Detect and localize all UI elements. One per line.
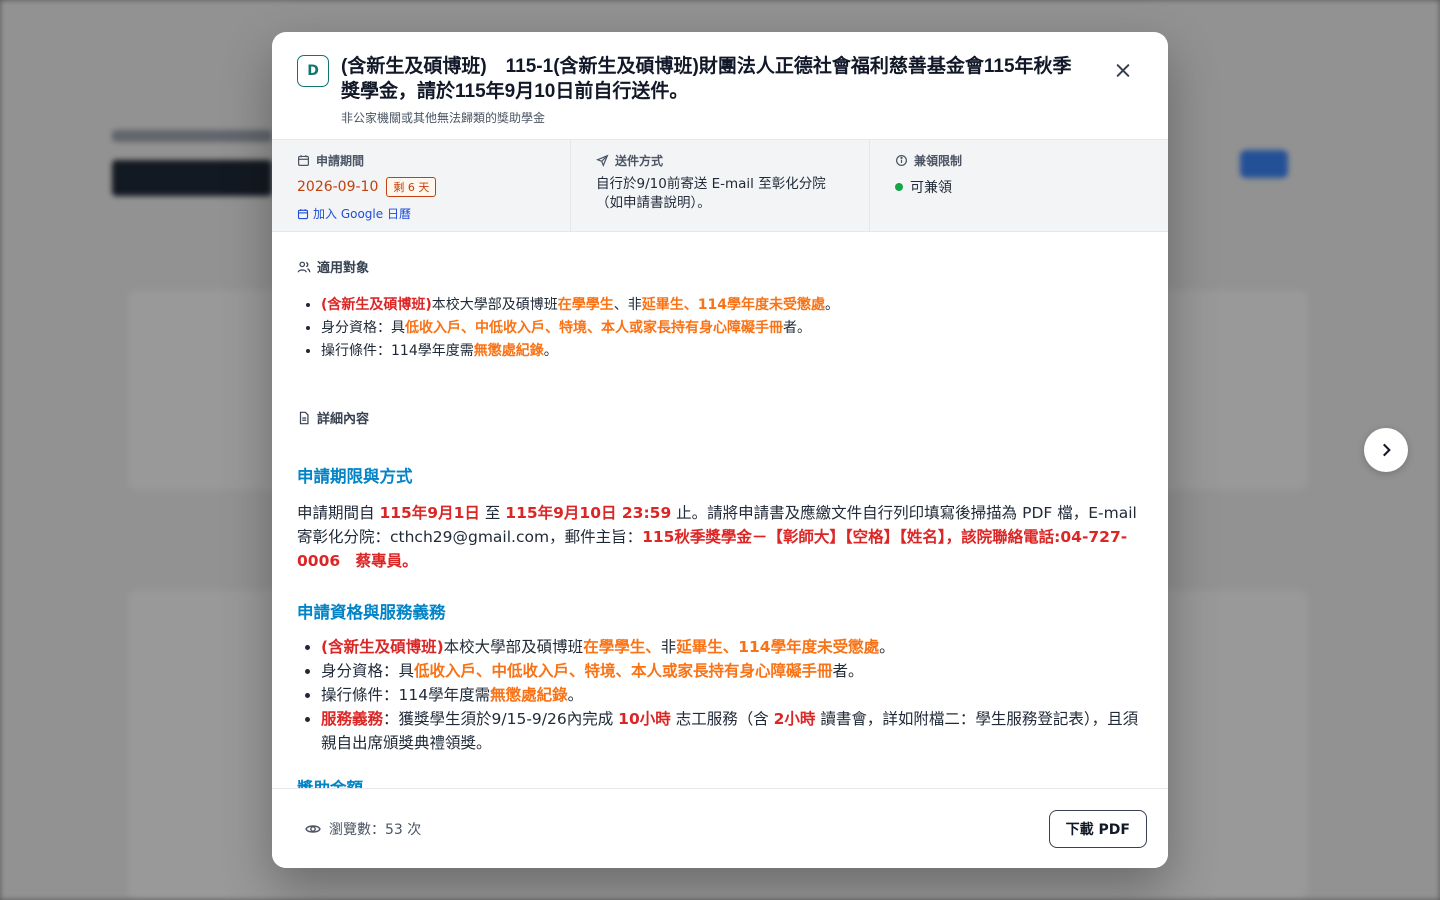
close-icon[interactable] xyxy=(1112,60,1134,82)
status-dot xyxy=(895,183,903,191)
eligibility-list: (含新生及碩博班)本校大學部及碩博班在學學生、非延畢生、114學年度未受懲處。 … xyxy=(321,294,1143,363)
list-item: (含新生及碩博班)本校大學部及碩博班在學學生、非延畢生、114學年度未受懲處。 xyxy=(321,294,1143,317)
list-item: 身分資格：具低收入戶、中低收入戶、特境、本人或家長持有身心障礙手冊者。 xyxy=(321,317,1143,340)
view-count: 瀏覽數：53 次 xyxy=(305,819,421,839)
period-label: 申請期間 xyxy=(297,152,545,169)
list-item: 操行條件：114學年度需無懲處紀錄。 xyxy=(321,683,1143,707)
list-item: (含新生及碩博班)本校大學部及碩博班在學學生、非延畢生、114學年度未受懲處。 xyxy=(321,635,1143,659)
next-button[interactable] xyxy=(1364,428,1408,472)
add-google-calendar-link[interactable]: 加入 Google 日曆 xyxy=(297,205,545,222)
document-icon xyxy=(299,411,309,424)
modal-footer: 瀏覽數：53 次 下載 PDF xyxy=(272,788,1168,868)
modal-body[interactable]: 適用對象 (含新生及碩博班)本校大學部及碩博班在學學生、非延畢生、114學年度未… xyxy=(272,232,1168,788)
application-method-text: 申請期間自 115年9月1日 至 115年9月10日 23:59 止。請將申請書… xyxy=(297,504,1137,570)
heading-application-method: 申請期限與方式 xyxy=(297,467,413,486)
send-method-text: 自行於9/10前寄送 E-mail 至彰化分院（如申請書說明）。 xyxy=(596,176,826,211)
download-pdf-button[interactable]: 下載 PDF xyxy=(1048,809,1147,848)
modal-title: (含新生及碩博班) 115-1(含新生及碩博班)財團法人正德社會福利慈善基金會1… xyxy=(341,56,1072,102)
calendar-icon xyxy=(298,155,309,166)
scholarship-modal: D (含新生及碩博班) 115-1(含新生及碩博班)財團法人正德社會福利慈善基金… xyxy=(272,32,1168,868)
send-icon xyxy=(596,154,609,167)
org-logo: D xyxy=(297,55,329,87)
list-item: 服務義務：獲獎學生須於9/15-9/26內完成 10小時 志工服務（含 2小時 … xyxy=(321,707,1143,755)
qualification-list: (含新生及碩博班)本校大學部及碩博班在學學生、非延畢生、114學年度未受懲處。 … xyxy=(321,635,1143,755)
info-icon xyxy=(896,155,907,166)
modal-subtitle: 非公家機關或其他無法歸類的獎助學金 xyxy=(341,111,546,125)
send-column: 送件方式 自行於9/10前寄送 E-mail 至彰化分院（如申請書說明）。 xyxy=(571,140,870,231)
list-item: 身分資格：具低收入戶、中低收入戶、特境、本人或家長持有身心障礙手冊者。 xyxy=(321,659,1143,683)
dual-label: 兼領限制 xyxy=(895,152,1143,169)
days-left-badge: 剩 6 天 xyxy=(386,177,437,197)
details-label: 詳細內容 xyxy=(297,408,1143,427)
period-column: 申請期間 2026-09-10 剩 6 天 加入 Google 日曆 xyxy=(272,140,571,231)
calendar-plus-icon xyxy=(297,208,309,219)
heading-qualification: 申請資格與服務義務 xyxy=(297,603,446,622)
info-bar: 申請期間 2026-09-10 剩 6 天 加入 Google 日曆 送件方式 … xyxy=(272,139,1168,232)
dual-value: 可兼領 xyxy=(910,180,952,196)
list-item: 操行條件：114學年度需無懲處紀錄。 xyxy=(321,340,1143,363)
eye-icon xyxy=(305,824,321,833)
chevron-right-icon xyxy=(1383,443,1391,457)
heading-amount: 獎助金額 xyxy=(297,775,1143,788)
users-icon xyxy=(297,261,311,272)
eligibility-label: 適用對象 xyxy=(297,257,1143,276)
send-label: 送件方式 xyxy=(596,152,844,169)
deadline-date: 2026-09-10 xyxy=(297,179,379,195)
modal-header: D (含新生及碩博班) 115-1(含新生及碩博班)財團法人正德社會福利慈善基金… xyxy=(272,32,1168,139)
dual-column: 兼領限制 可兼領 xyxy=(870,140,1168,231)
